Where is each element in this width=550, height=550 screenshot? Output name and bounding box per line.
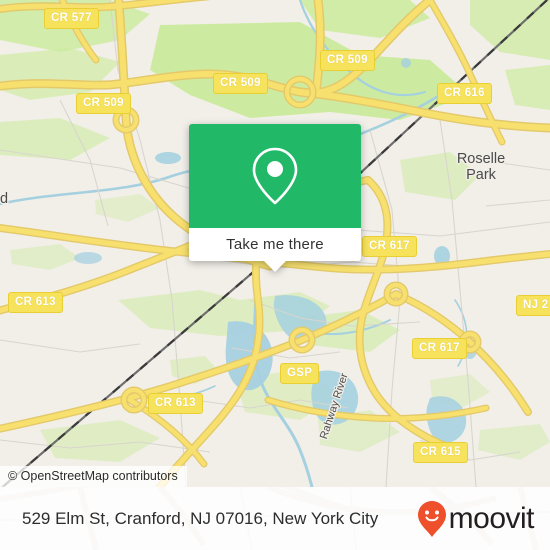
moovit-wordmark: moovit [448, 501, 535, 535]
map-pin-icon [252, 147, 298, 205]
road-shield: CR 509 [213, 73, 268, 94]
footer-content: 529 Elm St, Cranford, NJ 07016, New York… [0, 487, 550, 550]
address-label: 529 Elm St, Cranford, NJ 07016, New York… [22, 508, 379, 528]
road-shield: CR 509 [320, 50, 375, 71]
road-shield: CR 617 [412, 338, 467, 359]
road-shield: CR 616 [437, 83, 492, 104]
take-me-there-label: Take me there [226, 236, 324, 253]
road-shield: GSP [280, 363, 320, 384]
location-popup-card[interactable]: Take me there [189, 124, 361, 272]
road-shield: NJ 2 [516, 295, 550, 316]
popup-tail [264, 261, 286, 272]
moovit-brand[interactable]: moovit [417, 500, 535, 538]
map-screenshot: CR 577 CR 509 CR 509 CR 509 CR 616 CR 617 CR 6… [0, 0, 550, 550]
popup-action-area[interactable]: Take me there [189, 228, 361, 272]
place-label: Roselle Park [456, 151, 506, 183]
road-shield: CR 613 [8, 292, 63, 313]
road-shield: CR 613 [148, 393, 203, 414]
moovit-pin-smiley-icon [417, 500, 446, 537]
place-label: d [0, 191, 9, 207]
road-shield: CR 509 [76, 93, 131, 114]
osm-attribution[interactable]: © OpenStreetMap contributors [0, 466, 187, 487]
popup-icon-area [189, 124, 361, 228]
road-shield: CR 577 [44, 8, 99, 29]
road-shield: CR 617 [362, 236, 417, 257]
footer-bar: 529 Elm St, Cranford, NJ 07016, New York… [0, 487, 550, 550]
road-shield: CR 615 [413, 442, 468, 463]
